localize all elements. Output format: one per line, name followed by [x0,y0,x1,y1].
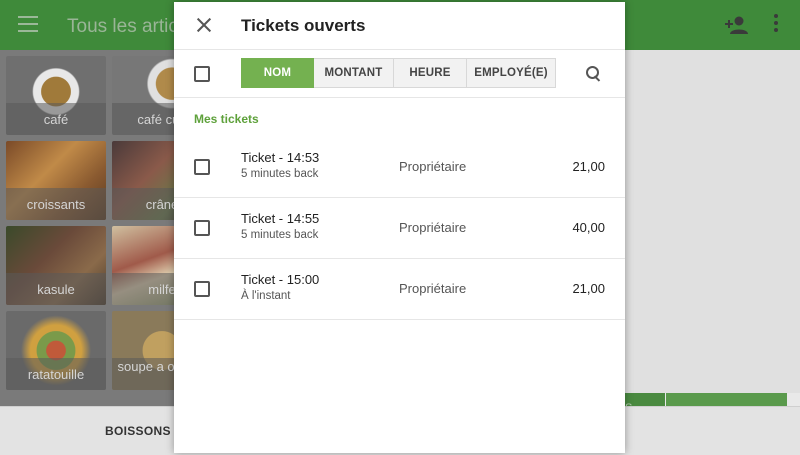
sort-by-employee[interactable]: EMPLOYÉ(E) [467,58,556,88]
ticket-amount: 40,00 [572,220,605,235]
ticket-time: À l'instant [241,290,291,302]
ticket-checkbox[interactable] [194,281,210,297]
item-tile[interactable]: ratatouille [6,311,106,390]
sort-by-name[interactable]: NOM [241,58,314,88]
ticket-owner: Propriétaire [399,159,467,174]
items-grid: café café cub croissants crâne kasule mi… [0,50,212,406]
more-vert-icon[interactable] [772,14,780,36]
ticket-area [625,50,800,393]
item-label: croissants [6,188,106,220]
item-tile[interactable]: kasule [6,226,106,305]
ticket-name: Ticket - 15:00 [241,272,320,287]
ticket-name: Ticket - 14:53 [241,150,320,165]
category-tab-boissons[interactable]: BOISSONS [105,424,171,438]
ticket-owner: Propriétaire [399,281,467,296]
item-label: café [6,103,106,135]
dialog-title: Tickets ouverts [241,16,366,35]
item-label: kasule [6,273,106,305]
sort-segmented-control: NOM MONTANT HEURE EMPLOYÉ(E) [241,58,556,88]
item-tile[interactable]: croissants [6,141,106,220]
menu-icon[interactable] [18,16,38,34]
close-icon[interactable] [196,17,212,33]
ticket-row[interactable]: Ticket - 14:53 5 minutes back Propriétai… [174,137,625,198]
ticket-amount: 21,00 [572,281,605,296]
ticket-name: Ticket - 14:55 [241,211,320,226]
item-tile[interactable]: café [6,56,106,135]
ticket-checkbox[interactable] [194,220,210,236]
sort-by-amount[interactable]: MONTANT [314,58,394,88]
section-label: Mes tickets [194,112,259,126]
ticket-row[interactable]: Ticket - 14:55 5 minutes back Propriétai… [174,198,625,259]
sort-toolbar: NOM MONTANT HEURE EMPLOYÉ(E) [174,50,625,98]
sort-by-time[interactable]: HEURE [394,58,467,88]
ticket-time: 5 minutes back [241,168,319,180]
search-icon[interactable] [586,66,602,82]
item-label: ratatouille [6,358,106,390]
ticket-owner: Propriétaire [399,220,467,235]
open-tickets-dialog: Tickets ouverts NOM MONTANT HEURE EMPLOY… [174,2,625,453]
ticket-amount: 21,00 [572,159,605,174]
select-all-checkbox[interactable] [194,66,210,82]
ticket-row[interactable]: Ticket - 15:00 À l'instant Propriétaire … [174,259,625,320]
ticket-checkbox[interactable] [194,159,210,175]
page-title: Tous les artic [67,16,178,37]
ticket-time: 5 minutes back [241,229,319,241]
dialog-header: Tickets ouverts [174,2,625,50]
add-person-icon[interactable] [724,14,750,36]
